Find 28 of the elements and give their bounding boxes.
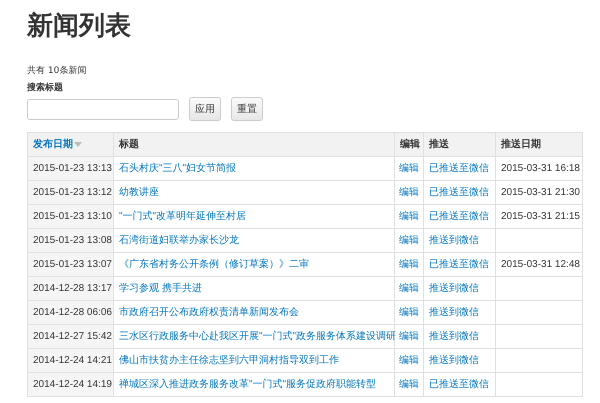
date-cell: 2015-01-23 13:12 — [33, 187, 112, 198]
date-cell: 2015-01-23 13:13 — [33, 163, 112, 174]
column-header: 推送 — [429, 139, 449, 150]
date-cell: 2015-01-23 13:10 — [33, 211, 112, 222]
column-header: 编辑 — [400, 139, 420, 150]
page-title: 新闻列表 — [27, 10, 132, 43]
news-title-link[interactable]: 幼教讲座 — [119, 187, 159, 198]
news-title-link[interactable]: 学习参观 携手共进 — [119, 283, 202, 294]
date-cell: 2015-01-23 13:08 — [33, 235, 112, 246]
push-date-cell: 2015-03-31 12:48 — [501, 259, 580, 270]
push-date-cell: 2015-03-31 21:30 — [501, 187, 580, 198]
push-date-cell: 2015-03-31 21:15 — [501, 211, 580, 222]
date-cell: 2014-12-28 13:17 — [33, 283, 112, 294]
apply-button[interactable]: 应用 — [189, 97, 221, 121]
search-label: 搜索标题 — [27, 82, 64, 94]
date-cell: 2014-12-24 14:21 — [33, 355, 112, 366]
news-title-link[interactable]: 石湾街道妇联举办家长沙龙 — [119, 235, 239, 246]
news-count: 共有 10条新闻 — [27, 65, 88, 77]
column-header: 标题 — [119, 139, 139, 150]
column-header: 推送日期 — [501, 139, 541, 150]
date-cell: 2014-12-27 15:42 — [33, 331, 112, 342]
reset-button[interactable]: 重置 — [231, 97, 263, 121]
date-cell: 2014-12-28 06:06 — [33, 307, 112, 318]
search-field[interactable] — [27, 98, 179, 120]
news-title-link[interactable]: 石头村庆"三八"妇女节简报 — [119, 163, 236, 174]
date-cell: 2015-01-23 13:07 — [33, 259, 112, 270]
date-cell: 2014-12-24 14:19 — [33, 379, 112, 390]
push-date-cell: 2015-03-31 16:18 — [501, 163, 580, 174]
